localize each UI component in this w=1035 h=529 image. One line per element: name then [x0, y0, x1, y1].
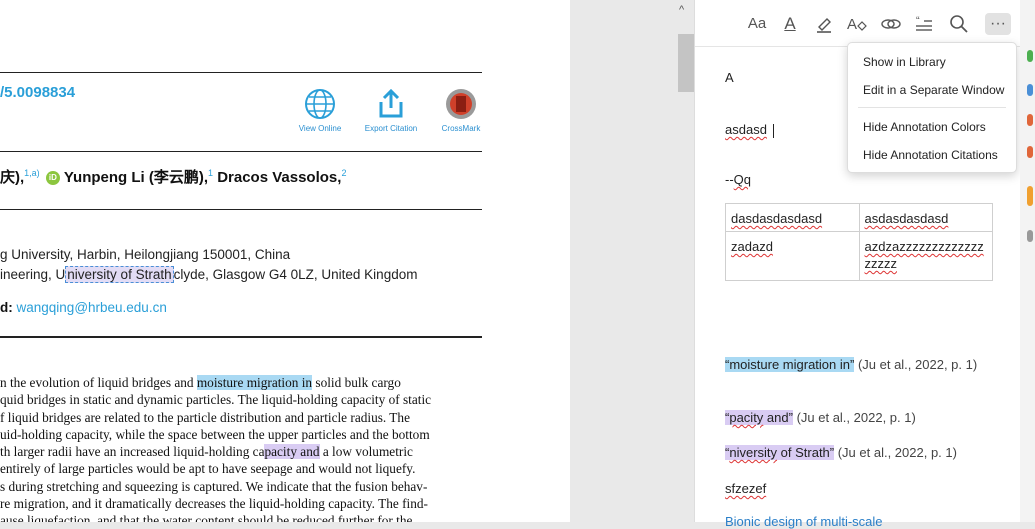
note-citation-3[interactable]: “niversity of Strath” (Ju et al., 2022, …: [725, 445, 957, 460]
abstract-line: quid bridges in static and dynamic parti…: [0, 392, 432, 408]
text-selection[interactable]: niversity of Strath: [65, 266, 174, 283]
note-line-c[interactable]: --Qq: [725, 172, 751, 187]
affiliation-2: ineering, University of Strath clyde, Gla…: [0, 266, 418, 283]
crossmark-icon: [446, 89, 476, 119]
table-row: dasdasdasdasd asdasdasdasd: [725, 203, 993, 232]
affiliation-sup[interactable]: 2: [341, 168, 346, 178]
strip-marker[interactable]: [1027, 230, 1033, 242]
abstract-line: uid-holding capacity, while the space be…: [0, 426, 430, 442]
author-name: Yunpeng Li (李云鹏),: [63, 169, 209, 186]
citation-text[interactable]: (Ju et al., 2022, p. 1): [854, 357, 977, 372]
more-icon[interactable]: ···: [985, 13, 1011, 35]
email-line: d: wangqing@hrbeu.edu.cn: [0, 300, 167, 315]
divider: [0, 209, 482, 210]
divider: [0, 151, 482, 152]
citation-icon[interactable]: “: [913, 13, 937, 35]
globe-icon: [305, 89, 335, 119]
abstract-line: f liquid bridges are related to the part…: [0, 409, 410, 425]
scroll-up-icon[interactable]: ^: [679, 4, 684, 16]
affiliation-text: clyde, Glasgow G4 0LZ, United Kingdom: [173, 267, 418, 282]
note-citation-1[interactable]: “moisture migration in” (Ju et al., 2022…: [725, 354, 993, 375]
strip-marker[interactable]: [1027, 84, 1033, 96]
scroll-thumb[interactable]: [678, 34, 694, 92]
table-cell[interactable]: asdasdasdasd: [858, 203, 993, 232]
text-cursor: [772, 123, 774, 138]
strip-marker[interactable]: [1027, 50, 1033, 62]
highlight-annotation[interactable]: pacity and: [264, 444, 320, 460]
export-citation-label: Export Citation: [364, 124, 418, 133]
abstract-line: s during stretching and squeezing is cap…: [0, 478, 428, 494]
affiliation-text: ineering, U: [0, 267, 66, 282]
abstract-line: re migration, and it dramatically decrea…: [0, 496, 428, 512]
side-strip: [1020, 0, 1035, 522]
author-line: 庆),1,a) iD Yunpeng Li (李云鹏),1 Dracos Vass…: [0, 166, 346, 187]
abstract-line: ause liquefaction, and that the water co…: [0, 513, 413, 522]
strip-marker[interactable]: [1027, 186, 1033, 206]
search-icon[interactable]: [947, 13, 971, 35]
menu-separator: [858, 107, 1006, 108]
menu-item-hide-annotation-citations[interactable]: Hide Annotation Citations: [863, 148, 998, 162]
crossmark-label: CrossMark: [441, 124, 481, 133]
misspelled-word[interactable]: asdasd: [725, 122, 767, 137]
view-online-label: View Online: [298, 124, 342, 133]
table-row: zadazd azdzazzzzzzzzzzzzzzzzzz: [725, 231, 993, 281]
abstract-line: entirely of large particles would be apt…: [0, 461, 416, 477]
affiliation-1: g University, Harbin, Heilongjiang 15000…: [0, 247, 291, 262]
strip-marker[interactable]: [1027, 114, 1033, 126]
quoted-highlight[interactable]: “niversity of Strath”: [725, 445, 835, 460]
note-line-b[interactable]: asdasd: [725, 122, 774, 138]
citation-text[interactable]: (Ju et al., 2022, p. 1): [793, 410, 916, 425]
table-cell[interactable]: azdzazzzzzzzzzzzzzzzzzz: [858, 231, 993, 281]
affiliation-sup[interactable]: 1: [208, 168, 213, 178]
link-icon[interactable]: [879, 13, 903, 35]
export-citation-button[interactable]: Export Citation: [361, 88, 421, 133]
author-fragment: 庆),: [0, 169, 25, 186]
quoted-highlight[interactable]: “moisture migration in”: [725, 357, 855, 372]
menu-item-show-in-library[interactable]: Show in Library: [863, 55, 946, 69]
pdf-page: /5.0098834 View Online Export Citation C…: [0, 0, 570, 522]
clear-format-icon[interactable]: A: [845, 13, 869, 35]
crossmark-button[interactable]: CrossMark: [431, 88, 491, 133]
orcid-icon[interactable]: iD: [45, 171, 60, 186]
export-icon: [379, 88, 403, 118]
note-line-a[interactable]: A: [725, 70, 734, 85]
quoted-highlight[interactable]: “pacity and”: [725, 410, 793, 425]
abstract-line: n the evolution of liquid bridges and mo…: [0, 375, 401, 390]
highlight-icon[interactable]: [812, 13, 836, 35]
affiliation-sup[interactable]: 1,a): [24, 168, 40, 178]
divider: [0, 336, 482, 338]
table-cell[interactable]: dasdasdasdasd: [725, 203, 860, 232]
view-online-button[interactable]: View Online: [290, 88, 350, 133]
more-options-menu: Show in Library Edit in a Separate Windo…: [847, 42, 1017, 173]
email-label: d:: [0, 300, 13, 315]
font-size-icon[interactable]: Aa: [745, 13, 769, 35]
divider: [0, 72, 482, 73]
email-link[interactable]: wangqing@hrbeu.edu.cn: [17, 300, 167, 315]
highlight-annotation[interactable]: moisture migration in: [196, 375, 313, 390]
author-name: Dracos Vassolos,: [217, 169, 342, 186]
menu-item-edit-separate-window[interactable]: Edit in a Separate Window: [863, 83, 1004, 97]
misspelled-word[interactable]: Qq: [734, 172, 751, 187]
strip-marker[interactable]: [1027, 146, 1033, 158]
note-citation-2[interactable]: “pacity and” (Ju et al., 2022, p. 1): [725, 410, 916, 425]
menu-item-hide-annotation-colors[interactable]: Hide Annotation Colors: [863, 120, 986, 134]
text-color-icon[interactable]: A: [778, 13, 802, 35]
svg-text:“: “: [916, 15, 920, 27]
abstract-text: n the evolution of liquid bridges and mo…: [0, 374, 482, 522]
note-table[interactable]: dasdasdasdasd asdasdasdasd zadazd azdzaz…: [725, 203, 993, 281]
notes-toolbar: Aa A A “ ···: [695, 0, 1021, 47]
citation-text[interactable]: (Ju et al., 2022, p. 1): [834, 445, 957, 460]
abstract-line: th larger radii have an increased liquid…: [0, 444, 413, 460]
doi-link[interactable]: /5.0098834: [0, 84, 75, 101]
table-cell[interactable]: zadazd: [725, 231, 860, 281]
note-text-fragment: --: [725, 172, 734, 187]
note-line-last[interactable]: sfzezef: [725, 481, 766, 496]
svg-text:A: A: [847, 16, 857, 33]
